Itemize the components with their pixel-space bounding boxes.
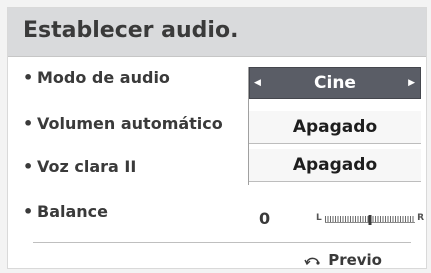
balance-left-label: L — [316, 213, 322, 223]
right-arrow-icon[interactable]: ▶ — [408, 78, 415, 88]
audio-settings-panel: Establecer audio. • Modo de audio • Volume… — [7, 7, 427, 269]
row-label: Balance — [37, 202, 108, 221]
bullet-icon: • — [23, 202, 34, 221]
bullet-icon: • — [23, 68, 34, 87]
bullet-icon: • — [23, 157, 34, 176]
page-title: Establecer audio. — [23, 18, 239, 43]
auto-volume-value-box[interactable]: Apagado — [249, 111, 421, 144]
balance-slider[interactable]: L R — [316, 213, 424, 225]
row-label: Modo de audio — [37, 68, 170, 87]
balance-track — [325, 215, 415, 225]
row-balance[interactable]: • Balance — [23, 202, 108, 221]
balance-right-label: R — [417, 213, 424, 223]
row-label: Voz clara II — [37, 157, 137, 176]
row-clear-voice[interactable]: • Voz clara II — [23, 157, 136, 176]
row-label: Volumen automático — [37, 114, 223, 133]
left-arrow-icon[interactable]: ◀ — [254, 78, 261, 88]
value-column: ◀ Cine ▶ Apagado Apagado — [248, 67, 429, 185]
return-arrow-icon — [304, 257, 320, 266]
auto-volume-value: Apagado — [292, 117, 378, 137]
row-audio-mode[interactable]: • Modo de audio — [23, 68, 170, 87]
bullet-icon: • — [23, 114, 34, 133]
audio-mode-selector[interactable]: ◀ Cine ▶ — [249, 67, 421, 99]
clear-voice-value-box[interactable]: Apagado — [249, 149, 421, 182]
balance-value: 0 — [259, 209, 271, 228]
previous-button[interactable]: Previo — [304, 251, 382, 269]
balance-knob[interactable] — [368, 215, 372, 225]
audio-mode-value: Cine — [314, 73, 356, 93]
divider — [33, 242, 411, 243]
previous-label: Previo — [328, 251, 382, 269]
row-auto-volume[interactable]: • Volumen automático — [23, 114, 223, 133]
title-bar: Establecer audio. — [8, 8, 426, 57]
clear-voice-value: Apagado — [292, 155, 378, 175]
